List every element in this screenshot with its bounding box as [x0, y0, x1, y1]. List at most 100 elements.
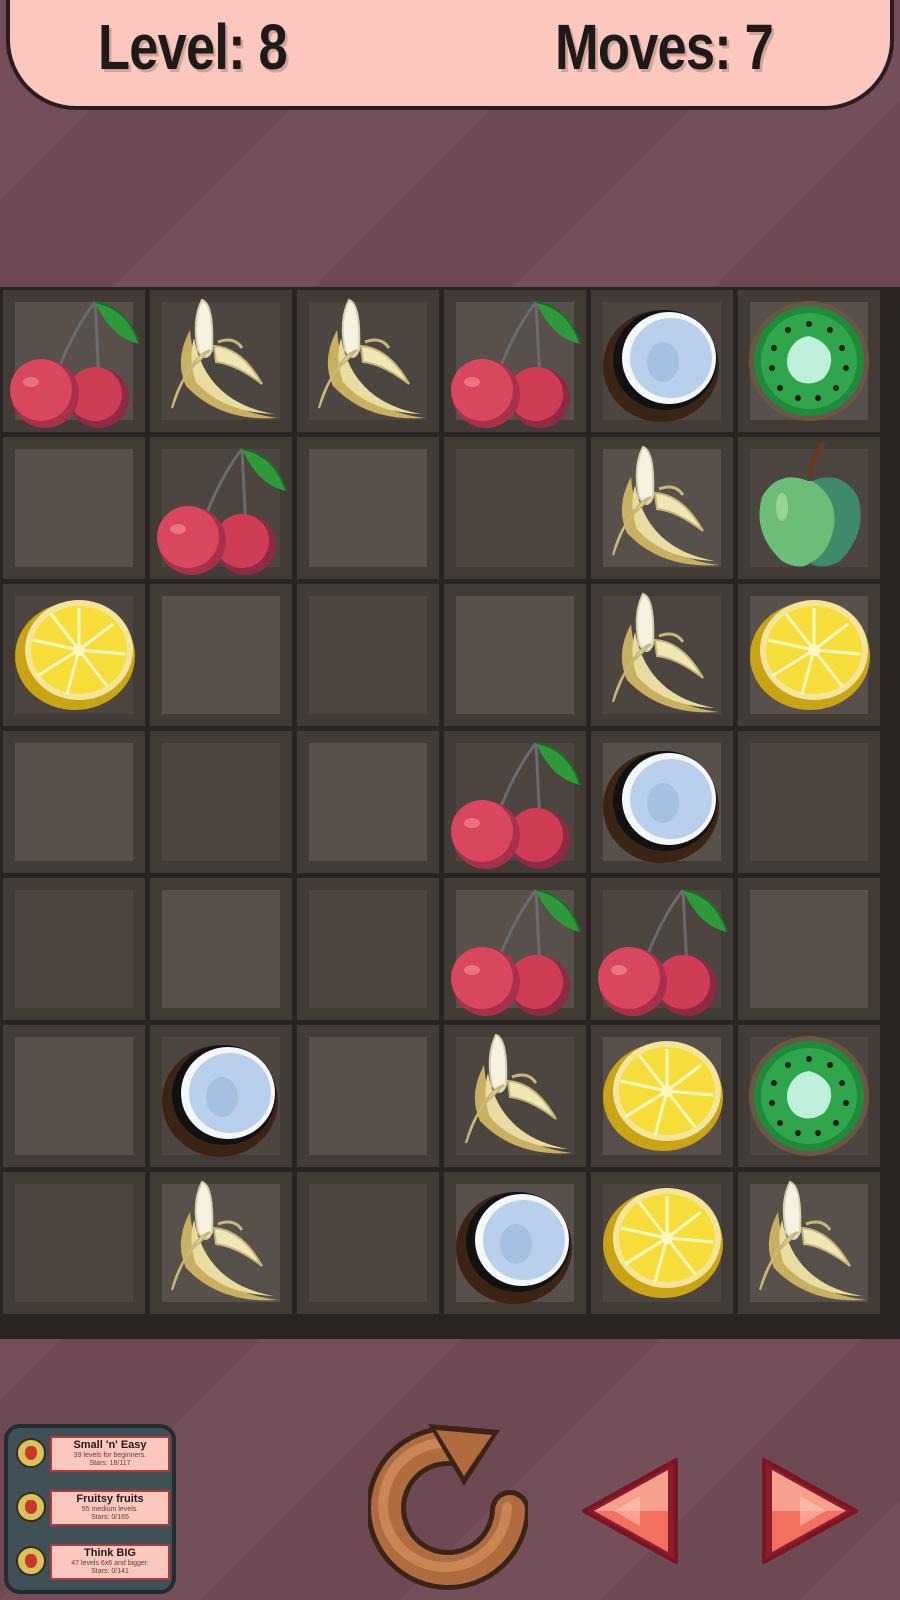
level-pack-panel: Small 'n' Easy 39 levels for beginners. … — [4, 1424, 176, 1594]
apple-icon[interactable] — [738, 437, 880, 579]
cell-tile — [15, 1184, 133, 1302]
board-cell[interactable] — [150, 437, 292, 579]
board-cell[interactable] — [738, 878, 880, 1020]
board-cell[interactable] — [297, 1172, 439, 1314]
lemon-icon[interactable] — [738, 584, 880, 726]
board-cell[interactable] — [150, 584, 292, 726]
board-cell[interactable] — [3, 731, 145, 873]
kiwi-icon[interactable] — [738, 1025, 880, 1167]
pack-stars: Stars: 0/141 — [91, 1568, 129, 1575]
board-cell[interactable] — [3, 437, 145, 579]
previous-arrow-icon — [582, 1458, 678, 1564]
cell-tile — [15, 743, 133, 861]
moves-indicator: Moves: 7 — [555, 10, 774, 84]
level-label: Level: — [98, 11, 246, 83]
next-button[interactable] — [760, 1456, 860, 1566]
strawberry-icon — [16, 1546, 46, 1576]
pack-item[interactable]: Think BIG 47 levels 6x6 and bigger. Star… — [16, 1544, 170, 1580]
cherry-icon[interactable] — [444, 731, 586, 873]
board-cell[interactable] — [150, 878, 292, 1020]
board-cell[interactable] — [591, 878, 733, 1020]
banana-icon[interactable] — [297, 290, 439, 432]
board-cell[interactable] — [591, 584, 733, 726]
board-cell[interactable] — [444, 290, 586, 432]
cherry-icon[interactable] — [150, 437, 292, 579]
lemon-icon[interactable] — [3, 584, 145, 726]
cell-tile — [750, 743, 868, 861]
board-cell[interactable] — [3, 290, 145, 432]
pack-card[interactable]: Think BIG 47 levels 6x6 and bigger. Star… — [50, 1544, 170, 1580]
pack-name: Fruitsy fruits — [76, 1493, 144, 1505]
cell-tile — [750, 890, 868, 1008]
board-cell[interactable] — [738, 584, 880, 726]
cherry-icon[interactable] — [3, 290, 145, 432]
board-cell[interactable] — [150, 1025, 292, 1167]
lemon-icon[interactable] — [591, 1172, 733, 1314]
cell-tile — [309, 596, 427, 714]
cherry-icon[interactable] — [444, 290, 586, 432]
cell-tile — [15, 890, 133, 1008]
board-cell[interactable] — [738, 731, 880, 873]
level-value: 8 — [258, 11, 288, 83]
cell-tile — [15, 449, 133, 567]
board-cell[interactable] — [591, 1172, 733, 1314]
pack-stars: Stars: 18/117 — [89, 1460, 131, 1467]
coconut-icon[interactable] — [444, 1172, 586, 1314]
board-cell[interactable] — [738, 1025, 880, 1167]
board-cell[interactable] — [444, 1172, 586, 1314]
board-cell[interactable] — [444, 731, 586, 873]
restart-icon — [366, 1424, 530, 1590]
pack-item[interactable]: Fruitsy fruits 55 medium levels. Stars: … — [16, 1490, 170, 1526]
board-cell[interactable] — [3, 584, 145, 726]
board-cell[interactable] — [738, 437, 880, 579]
pack-item[interactable]: Small 'n' Easy 39 levels for beginners. … — [16, 1436, 170, 1472]
board-cell[interactable] — [591, 731, 733, 873]
board-cell[interactable] — [591, 437, 733, 579]
board-cell[interactable] — [591, 290, 733, 432]
hud-header: Level: 8 Moves: 7 — [6, 0, 894, 110]
board-cell[interactable] — [297, 437, 439, 579]
previous-button[interactable] — [580, 1456, 680, 1566]
board-cell[interactable] — [297, 878, 439, 1020]
coconut-icon[interactable] — [591, 731, 733, 873]
cell-tile — [162, 890, 280, 1008]
coconut-icon[interactable] — [150, 1025, 292, 1167]
cell-tile — [162, 596, 280, 714]
board-cell[interactable] — [297, 290, 439, 432]
board-cell[interactable] — [444, 584, 586, 726]
restart-button[interactable] — [366, 1424, 530, 1590]
board-cell[interactable] — [297, 731, 439, 873]
banana-icon[interactable] — [444, 1025, 586, 1167]
cell-tile — [309, 1184, 427, 1302]
board-cell[interactable] — [297, 584, 439, 726]
board-cell[interactable] — [297, 1025, 439, 1167]
board-cell[interactable] — [150, 731, 292, 873]
banana-icon[interactable] — [591, 437, 733, 579]
banana-icon[interactable] — [150, 1172, 292, 1314]
kiwi-icon[interactable] — [738, 290, 880, 432]
pack-card[interactable]: Fruitsy fruits 55 medium levels. Stars: … — [50, 1490, 170, 1526]
board-cell[interactable] — [444, 878, 586, 1020]
pack-card[interactable]: Small 'n' Easy 39 levels for beginners. … — [50, 1436, 170, 1472]
lemon-icon[interactable] — [591, 1025, 733, 1167]
board-cell[interactable] — [150, 1172, 292, 1314]
board-cell[interactable] — [738, 290, 880, 432]
coconut-icon[interactable] — [591, 290, 733, 432]
board-cell[interactable] — [3, 878, 145, 1020]
cell-tile — [162, 743, 280, 861]
board-cell[interactable] — [591, 1025, 733, 1167]
banana-icon[interactable] — [738, 1172, 880, 1314]
banana-icon[interactable] — [591, 584, 733, 726]
pack-name: Think BIG — [84, 1547, 136, 1559]
board-cell[interactable] — [444, 437, 586, 579]
cherry-icon[interactable] — [591, 878, 733, 1020]
board-cell[interactable] — [3, 1172, 145, 1314]
strawberry-icon — [16, 1438, 46, 1468]
cherry-icon[interactable] — [444, 878, 586, 1020]
banana-icon[interactable] — [150, 290, 292, 432]
board-cell[interactable] — [444, 1025, 586, 1167]
board-cell[interactable] — [3, 1025, 145, 1167]
pack-description: 55 medium levels. — [81, 1506, 139, 1513]
board-cell[interactable] — [738, 1172, 880, 1314]
board-cell[interactable] — [150, 290, 292, 432]
